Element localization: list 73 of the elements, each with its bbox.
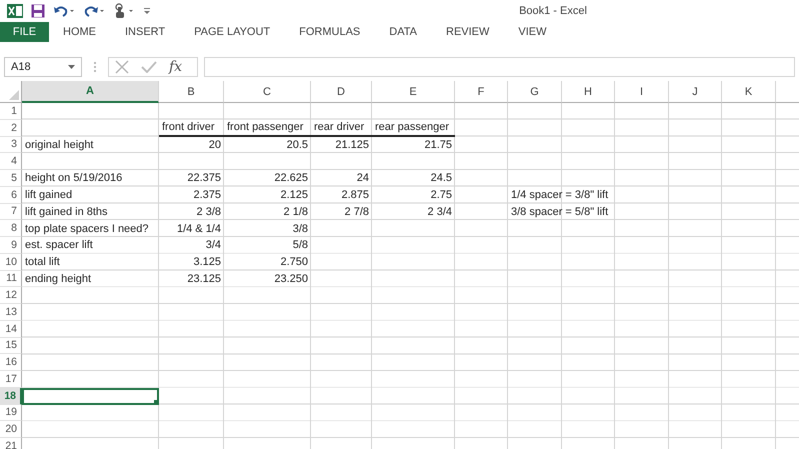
cell-text: total lift — [25, 255, 60, 270]
column-header[interactable]: J — [669, 81, 722, 103]
ribbon-tab[interactable]: VIEW — [508, 22, 557, 42]
cell-text: rear driver — [314, 120, 364, 134]
cell-text: 22.375 — [187, 171, 221, 186]
cell-text: lift gained in 8ths — [25, 204, 108, 220]
column-header[interactable]: A — [22, 81, 159, 103]
formula-input[interactable] — [204, 57, 795, 77]
customize-icon[interactable] — [143, 6, 151, 16]
column-header[interactable]: K — [722, 81, 776, 103]
cell-text: height on 5/19/2016 — [25, 171, 122, 186]
cell-text: 3/8 spacer = 5/8" lift — [511, 204, 608, 220]
ribbon-tab[interactable]: REVIEW — [436, 22, 500, 42]
undo-icon[interactable] — [53, 5, 75, 17]
touch-mode-icon[interactable] — [113, 3, 135, 19]
cell-text: rear passenger — [375, 120, 449, 134]
cell-text: 22.625 — [274, 171, 308, 186]
cell-text: 2.75 — [430, 188, 452, 204]
cell-text: 3/8 — [292, 222, 308, 237]
cell-text: original height — [25, 138, 94, 153]
column-header[interactable]: I — [615, 81, 669, 103]
excel-logo-icon — [7, 4, 23, 18]
name-box[interactable]: A18 — [4, 57, 82, 77]
cell-text: 24 — [356, 171, 369, 186]
cell-reference: A18 — [11, 61, 31, 73]
cell-text: 5/8 — [292, 238, 308, 254]
cell-text: 20.5 — [286, 138, 308, 153]
cell-text: 2.875 — [341, 188, 369, 204]
cell-text: 24.5 — [430, 171, 452, 186]
window-title: Book1 - Excel — [518, 5, 588, 17]
cell-text: 3.125 — [193, 255, 221, 270]
column-header[interactable]: E — [372, 81, 455, 103]
cell-text: 2.750 — [280, 255, 308, 270]
cell-text: 23.125 — [187, 272, 221, 287]
cell-text: top plate spacers I need? — [25, 222, 149, 237]
save-icon[interactable] — [31, 4, 45, 18]
column-header[interactable]: C — [224, 81, 311, 103]
active-cell[interactable] — [22, 388, 159, 404]
cell-text: 2 7/8 — [344, 204, 369, 220]
check-icon[interactable] — [141, 61, 157, 73]
column-header[interactable]: B — [159, 81, 224, 103]
cell-text: 21.75 — [424, 138, 452, 153]
cell-text: lift gained — [25, 188, 72, 204]
cell-text: front passenger — [227, 120, 304, 134]
cell-text: 2 1/8 — [284, 204, 308, 220]
cell-text: 23.250 — [274, 272, 308, 287]
cell-text: 1/4 spacer = 3/8" lift — [511, 188, 608, 204]
ribbon-tab[interactable]: DATA — [379, 22, 427, 42]
cell-text: est. spacer lift — [25, 238, 93, 254]
column-header[interactable]: H — [562, 81, 615, 103]
cell-text: 2 3/8 — [196, 204, 221, 220]
cell-text: 21.125 — [335, 138, 369, 153]
redo-icon[interactable] — [83, 5, 105, 17]
cell-text: 3/4 — [206, 238, 221, 254]
cell-text: 20 — [208, 138, 221, 153]
cell-text: ending height — [25, 272, 92, 287]
column-header[interactable]: G — [508, 81, 562, 103]
caret-icon[interactable] — [68, 65, 75, 69]
column-header[interactable]: D — [311, 81, 372, 103]
cell-grid[interactable] — [22, 103, 799, 449]
cell-text: 2.375 — [193, 188, 221, 204]
cell-text: 2 3/4 — [428, 204, 452, 220]
row-header[interactable]: 18 — [0, 388, 22, 404]
ribbon-tab[interactable]: PAGE LAYOUT — [184, 22, 280, 42]
cell-text: 1/4 & 1/4 — [176, 222, 221, 237]
ribbon-tab[interactable]: FORMULAS — [289, 22, 370, 42]
cell-text: front driver — [162, 120, 215, 134]
column-header[interactable]: F — [455, 81, 508, 103]
insert-function-button[interactable]: fx — [169, 59, 182, 75]
ribbon-tab[interactable]: INSERT — [115, 22, 176, 42]
file-tab[interactable]: FILE — [0, 22, 49, 42]
cell-text: 2.125 — [280, 188, 308, 204]
ribbon-tab[interactable]: HOME — [53, 22, 106, 42]
